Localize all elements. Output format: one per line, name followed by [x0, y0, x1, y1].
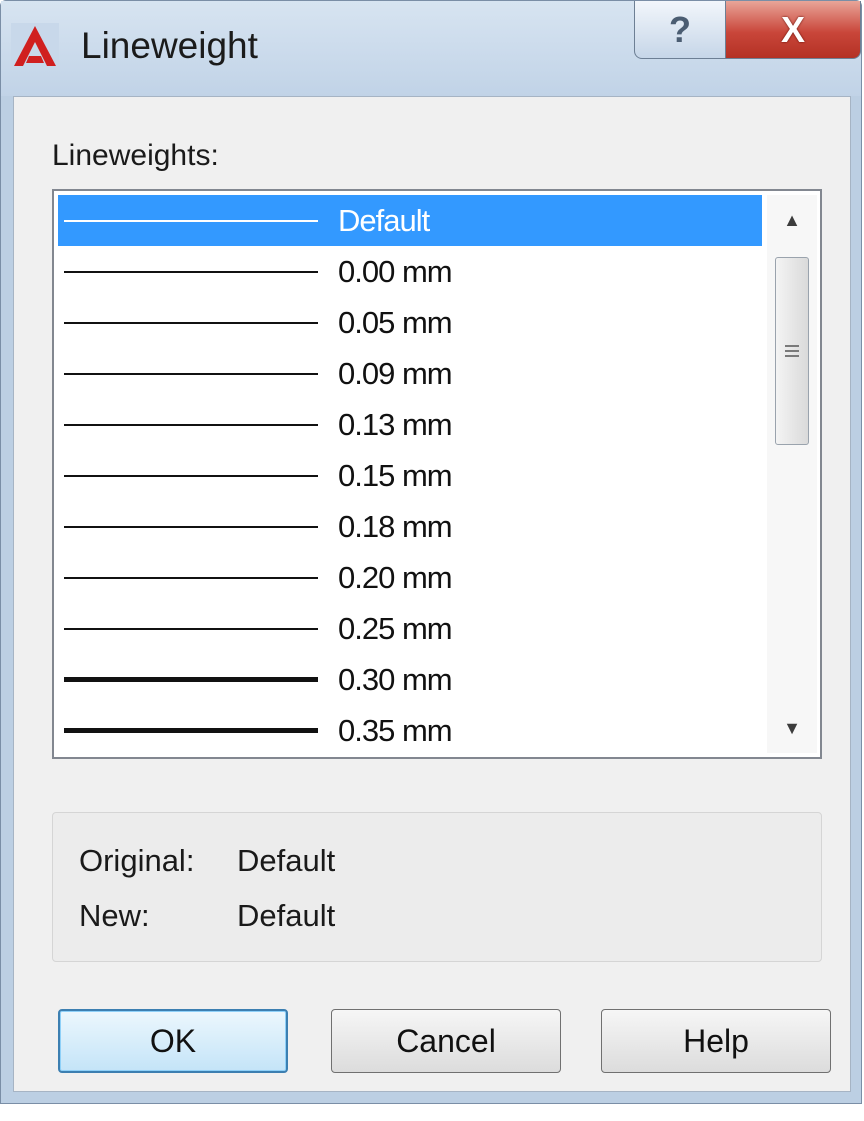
- new-value: Default: [237, 898, 336, 933]
- close-icon: X: [780, 8, 805, 50]
- new-label: New:: [79, 898, 150, 933]
- line-swatch: [64, 576, 318, 579]
- line-swatch: [64, 321, 318, 324]
- list-item[interactable]: 0.09 mm: [58, 348, 762, 399]
- lineweight-value: 0.20 mm: [338, 559, 453, 595]
- line-swatch: [64, 627, 318, 630]
- help-button[interactable]: Help: [601, 1009, 831, 1073]
- scroll-thumb[interactable]: [775, 257, 809, 445]
- lineweight-value: Default: [338, 202, 430, 238]
- original-label: Original:: [79, 843, 195, 878]
- lineweight-value: 0.13 mm: [338, 406, 453, 442]
- scroll-down-arrow-icon[interactable]: ▼: [767, 703, 817, 753]
- lineweights-label: Lineweights:: [52, 139, 219, 172]
- list-item[interactable]: 0.00 mm: [58, 246, 762, 297]
- list-item[interactable]: 0.05 mm: [58, 297, 762, 348]
- question-mark-icon: ?: [669, 8, 691, 50]
- help-caption-button[interactable]: ?: [634, 1, 726, 59]
- new-row: New: Default: [79, 898, 335, 934]
- autocad-logo-icon: [11, 23, 59, 69]
- scroll-up-arrow-icon[interactable]: ▲: [767, 195, 817, 245]
- list-item[interactable]: 0.18 mm: [58, 501, 762, 552]
- original-row: Original: Default: [79, 843, 335, 879]
- list-item[interactable]: 0.30 mm: [58, 654, 762, 705]
- lineweight-dialog: Lineweight ? X Lineweights: Default 0.00 …: [0, 0, 862, 1104]
- original-value: Default: [237, 843, 336, 878]
- grip-icon: [785, 345, 799, 357]
- lineweights-listbox[interactable]: Default 0.00 mm 0.05 mm 0.09 mm 0.13 mm 0.15 …: [52, 189, 822, 759]
- lineweight-value: 0.15 mm: [338, 457, 453, 493]
- dialog-body: Lineweights: Default 0.00 mm 0.05 mm 0.09 m…: [13, 96, 851, 1092]
- line-swatch: [64, 270, 318, 273]
- lineweight-value: 0.25 mm: [338, 610, 453, 646]
- line-swatch: [64, 728, 318, 733]
- vertical-scrollbar[interactable]: ▲ ▼: [767, 195, 817, 753]
- line-swatch: [64, 219, 318, 222]
- line-swatch: [64, 423, 318, 426]
- lineweight-value: 0.05 mm: [338, 304, 453, 340]
- list-item[interactable]: Default: [58, 195, 762, 246]
- lineweight-info-panel: Original: Default New: Default: [52, 812, 822, 962]
- list-item[interactable]: 0.15 mm: [58, 450, 762, 501]
- close-button[interactable]: X: [725, 1, 861, 59]
- line-swatch: [64, 474, 318, 477]
- line-swatch: [64, 372, 318, 375]
- line-swatch: [64, 677, 318, 682]
- lineweight-value: 0.30 mm: [338, 661, 453, 697]
- window-title: Lineweight: [81, 25, 258, 66]
- ok-button[interactable]: OK: [58, 1009, 288, 1073]
- lineweight-value: 0.09 mm: [338, 355, 453, 391]
- lineweight-list: Default 0.00 mm 0.05 mm 0.09 mm 0.13 mm 0.15 …: [58, 195, 762, 756]
- lineweight-value: 0.18 mm: [338, 508, 453, 544]
- list-item[interactable]: 0.35 mm: [58, 705, 762, 756]
- list-item[interactable]: 0.13 mm: [58, 399, 762, 450]
- lineweight-value: 0.35 mm: [338, 712, 453, 748]
- cancel-button[interactable]: Cancel: [331, 1009, 561, 1073]
- line-swatch: [64, 525, 318, 528]
- list-item[interactable]: 0.20 mm: [58, 552, 762, 603]
- lineweight-value: 0.00 mm: [338, 253, 453, 289]
- list-item[interactable]: 0.25 mm: [58, 603, 762, 654]
- title-bar[interactable]: Lineweight ? X: [1, 1, 861, 96]
